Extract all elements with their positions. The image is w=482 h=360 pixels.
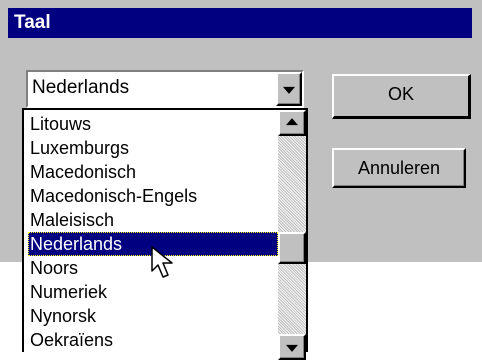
list-item[interactable]: Maleisisch [28,208,278,232]
scroll-up-button[interactable] [278,110,306,136]
scroll-down-button[interactable] [278,334,306,360]
combo-selected-value: Nederlands [32,77,130,98]
cancel-button[interactable]: Annuleren [332,148,466,188]
mouse-pointer-icon [151,246,173,278]
arrow-up-icon [286,118,298,126]
combo-dropdown-button[interactable] [276,72,302,106]
list-item[interactable]: Litouws [28,112,278,136]
scrollbar-thumb[interactable] [278,232,306,264]
language-list-items: Litouws Luxemburgs Macedonisch Macedonis… [28,112,278,352]
language-dropdown-list[interactable]: Litouws Luxemburgs Macedonisch Macedonis… [22,108,308,360]
language-combobox[interactable]: Nederlands [26,70,304,108]
chevron-down-icon [283,86,295,94]
list-item[interactable]: Luxemburgs [28,136,278,160]
list-item[interactable]: Nynorsk [28,304,278,328]
list-item[interactable]: Oekraïens [28,328,278,352]
list-item[interactable]: Macedonisch [28,160,278,184]
arrow-down-icon [286,344,298,352]
dialog-title: Taal [8,8,472,38]
vertical-scrollbar[interactable] [278,110,306,360]
ok-button[interactable]: OK [332,74,471,119]
list-item[interactable]: Macedonisch-Engels [28,184,278,208]
list-item[interactable]: Numeriek [28,280,278,304]
